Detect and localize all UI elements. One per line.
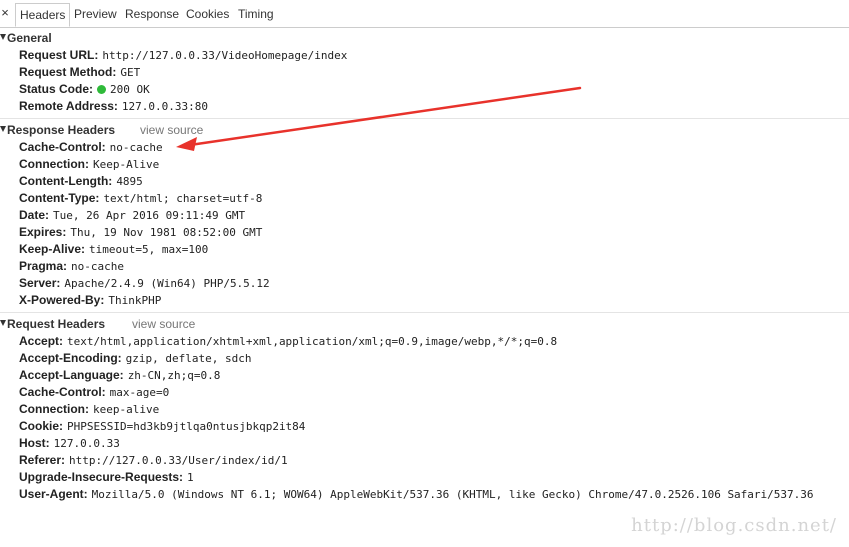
header-value: 127.0.0.33:80 bbox=[121, 100, 209, 113]
tab-headers[interactable]: Headers bbox=[15, 3, 71, 27]
header-value: 1 bbox=[187, 471, 194, 484]
header-row: Date: Tue, 26 Apr 2016 09:11:49 GMT bbox=[19, 207, 245, 224]
header-name: Referer: bbox=[19, 453, 66, 467]
response-headers-title: Response Headers bbox=[7, 123, 116, 137]
header-name: Cache-Control: bbox=[19, 385, 106, 399]
header-value: Mozilla/5.0 (Windows NT 6.1; WOW64) Appl… bbox=[91, 488, 814, 501]
response-headers-section-header[interactable]: Response Headers bbox=[0, 122, 115, 138]
header-value: Thu, 19 Nov 1981 08:52:00 GMT bbox=[70, 226, 263, 239]
header-name: Expires: bbox=[19, 225, 67, 239]
header-name: Server: bbox=[19, 276, 61, 290]
header-row: Upgrade-Insecure-Requests: 1 bbox=[19, 469, 194, 486]
header-value: http://127.0.0.33/VideoHomepage/index bbox=[102, 49, 348, 62]
header-name: Upgrade-Insecure-Requests: bbox=[19, 470, 184, 484]
header-row: Connection: keep-alive bbox=[19, 401, 159, 418]
header-name: Content-Type: bbox=[19, 191, 100, 205]
response-view-source-link[interactable]: view source bbox=[140, 122, 203, 138]
header-value: Tue, 26 Apr 2016 09:11:49 GMT bbox=[53, 209, 246, 222]
header-name: Content-Length: bbox=[19, 174, 113, 188]
header-value: timeout=5, max=100 bbox=[89, 243, 209, 256]
header-value: ThinkPHP bbox=[108, 294, 162, 307]
header-value: zh-CN,zh;q=0.8 bbox=[127, 369, 221, 382]
header-value: max-age=0 bbox=[109, 386, 170, 399]
header-name: Connection: bbox=[19, 402, 89, 416]
header-row: Content-Type: text/html; charset=utf-8 bbox=[19, 190, 262, 207]
tab-response[interactable]: Response bbox=[121, 3, 183, 27]
header-value: Keep-Alive bbox=[93, 158, 160, 171]
header-row: Cache-Control: max-age=0 bbox=[19, 384, 169, 401]
arrow-head bbox=[176, 137, 197, 151]
tab-cookies[interactable]: Cookies bbox=[182, 3, 233, 27]
header-name: User-Agent: bbox=[19, 487, 88, 501]
header-row: Referer: http://127.0.0.33/User/index/id/… bbox=[19, 452, 288, 469]
expand-triangle-icon bbox=[0, 320, 6, 326]
arrow-shaft bbox=[188, 86, 582, 147]
tab-preview[interactable]: Preview bbox=[70, 3, 121, 27]
header-row: Keep-Alive: timeout=5, max=100 bbox=[19, 241, 208, 258]
header-value: no-cache bbox=[109, 141, 163, 154]
general-status-code: Status Code: 200 OK bbox=[19, 81, 150, 98]
general-request-method: Request Method: GET bbox=[19, 64, 140, 81]
general-request-url: Request URL: http://127.0.0.33/VideoHomep… bbox=[19, 47, 347, 64]
header-row: Host: 127.0.0.33 bbox=[19, 435, 120, 452]
header-name: Cache-Control: bbox=[19, 140, 106, 154]
section-divider bbox=[0, 312, 849, 313]
header-name: Connection: bbox=[19, 157, 89, 171]
header-name: Request URL: bbox=[19, 48, 99, 62]
header-value: keep-alive bbox=[93, 403, 160, 416]
header-name: Date: bbox=[19, 208, 50, 222]
general-section-title: General bbox=[7, 31, 52, 45]
general-section-header[interactable]: General bbox=[0, 30, 52, 46]
header-row: Content-Length: 4895 bbox=[19, 173, 143, 190]
header-name: Accept: bbox=[19, 334, 64, 348]
header-value: PHPSESSID=hd3kb9jtlqa0ntusjbkqp2it84 bbox=[67, 420, 306, 433]
tab-timing[interactable]: Timing bbox=[234, 3, 278, 27]
watermark-text: http://blog.csdn.net/ bbox=[631, 515, 837, 536]
header-value: 200 OK bbox=[110, 83, 150, 96]
header-row: User-Agent: Mozilla/5.0 (Windows NT 6.1; … bbox=[19, 486, 814, 503]
header-value: GET bbox=[120, 66, 141, 79]
header-value: text/html; charset=utf-8 bbox=[103, 192, 263, 205]
header-name: Accept-Encoding: bbox=[19, 351, 122, 365]
header-row: Accept: text/html,application/xhtml+xml,a… bbox=[19, 333, 557, 350]
header-row: Accept-Encoding: gzip, deflate, sdch bbox=[19, 350, 252, 367]
header-value: no-cache bbox=[71, 260, 125, 273]
header-value: 127.0.0.33 bbox=[53, 437, 120, 450]
header-name: Pragma: bbox=[19, 259, 68, 273]
header-name: Cookie: bbox=[19, 419, 64, 433]
header-value: 4895 bbox=[116, 175, 143, 188]
header-name: Accept-Language: bbox=[19, 368, 124, 382]
status-ok-dot-icon bbox=[97, 85, 107, 94]
request-headers-title: Request Headers bbox=[7, 317, 106, 331]
request-view-source-link[interactable]: view source bbox=[132, 316, 195, 332]
header-name: Remote Address: bbox=[19, 99, 118, 113]
header-name: Host: bbox=[19, 436, 50, 450]
header-row: Accept-Language: zh-CN,zh;q=0.8 bbox=[19, 367, 220, 384]
header-value: gzip, deflate, sdch bbox=[125, 352, 252, 365]
request-headers-section-header[interactable]: Request Headers bbox=[0, 316, 105, 332]
expand-triangle-icon bbox=[0, 34, 6, 40]
header-row: Cookie: PHPSESSID=hd3kb9jtlqa0ntusjbkqp2i… bbox=[19, 418, 305, 435]
header-row: Pragma: no-cache bbox=[19, 258, 124, 275]
header-value: http://127.0.0.33/User/index/id/1 bbox=[69, 454, 288, 467]
expand-triangle-icon bbox=[0, 126, 6, 132]
header-value: text/html,application/xhtml+xml,applicat… bbox=[67, 335, 558, 348]
section-divider bbox=[0, 118, 849, 119]
header-name: Status Code: bbox=[19, 82, 94, 96]
header-row: Expires: Thu, 19 Nov 1981 08:52:00 GMT bbox=[19, 224, 262, 241]
header-name: Request Method: bbox=[19, 65, 117, 79]
header-name: Keep-Alive: bbox=[19, 242, 86, 256]
general-remote-address: Remote Address: 127.0.0.33:80 bbox=[19, 98, 208, 115]
header-row: Cache-Control: no-cache bbox=[19, 139, 163, 156]
header-row: X-Powered-By: ThinkPHP bbox=[19, 292, 161, 309]
close-icon[interactable]: × bbox=[0, 5, 10, 21]
header-name: X-Powered-By: bbox=[19, 293, 105, 307]
header-row: Server: Apache/2.4.9 (Win64) PHP/5.5.12 bbox=[19, 275, 270, 292]
devtools-tab-bar: × Headers Preview Response Cookies Timin… bbox=[0, 0, 849, 28]
header-row: Connection: Keep-Alive bbox=[19, 156, 159, 173]
header-value: Apache/2.4.9 (Win64) PHP/5.5.12 bbox=[64, 277, 270, 290]
